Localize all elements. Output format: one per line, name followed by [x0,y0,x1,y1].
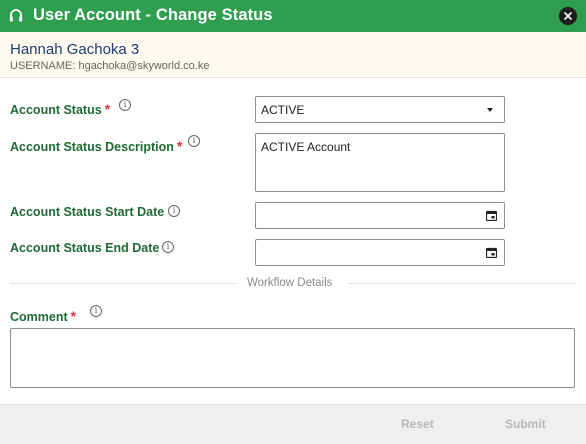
info-icon[interactable]: i [168,205,180,217]
headset-icon [9,9,23,22]
username-line: USERNAME: hgachoka@skyworld.co.ke [10,60,210,72]
account-status-description-label: Account Status Description * [10,138,182,154]
account-status-description-label-text: Account Status Description [10,140,174,154]
account-status-label: Account Status * [10,101,110,117]
comment-label-text: Comment [10,310,68,324]
start-date-input[interactable] [255,202,505,229]
comment-label: Comment * [10,308,76,324]
required-marker: * [176,138,183,154]
info-icon[interactable]: i [119,99,131,111]
divider-line-left [10,283,237,284]
submit-button[interactable]: Submit [505,417,546,431]
info-icon[interactable]: i [162,241,174,253]
comment-textarea[interactable] [10,328,575,388]
required-marker: * [104,101,111,117]
chevron-down-icon [487,108,493,112]
reset-button[interactable]: Reset [401,417,434,431]
start-date-label: Account Status Start Date [10,205,165,219]
info-icon[interactable]: i [90,305,102,317]
dialog-title: User Account - Change Status [33,6,273,24]
calendar-icon[interactable] [486,247,497,258]
close-button[interactable] [559,7,577,25]
info-icon[interactable]: i [188,135,200,147]
account-status-label-text: Account Status [10,103,102,117]
dialog-titlebar: User Account - Change Status [0,0,586,32]
workflow-details-divider: Workflow Details [247,277,333,289]
close-icon [564,12,572,20]
end-date-label: Account Status End Date [10,241,160,255]
calendar-icon[interactable] [486,210,497,221]
account-status-description-textarea[interactable]: ACTIVE Account [255,133,505,192]
account-status-value: ACTIVE [261,103,305,117]
account-status-select[interactable]: ACTIVE [255,96,505,123]
end-date-input[interactable] [255,239,505,266]
dialog-footer: Reset Submit [0,404,586,444]
user-full-name: Hannah Gachoka 3 [10,41,140,58]
divider-line-right [348,283,575,284]
account-status-description-value: ACTIVE Account [261,140,351,154]
required-marker: * [70,308,77,324]
user-info-panel: Hannah Gachoka 3 USERNAME: hgachoka@skyw… [0,32,586,78]
